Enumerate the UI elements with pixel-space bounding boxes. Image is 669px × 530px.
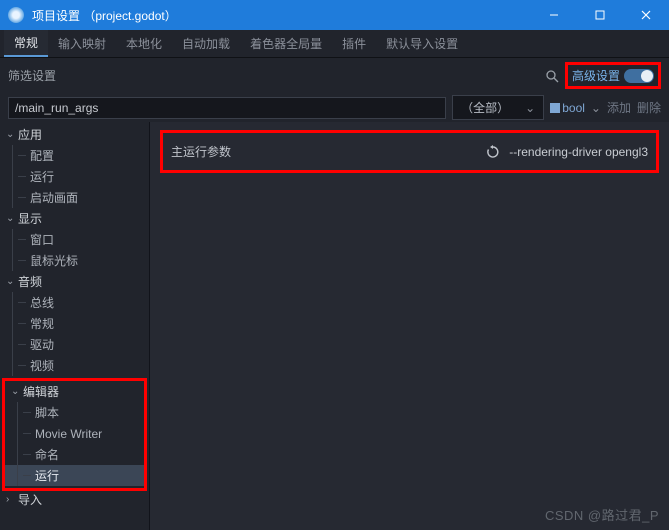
tab-general[interactable]: 常规: [4, 30, 48, 57]
tree-node-audio-general[interactable]: 常规: [0, 313, 149, 334]
chevron-down-icon: ⌄: [525, 101, 535, 115]
tree-node-app[interactable]: ⌄应用: [0, 124, 149, 145]
filter-label: 筛选设置: [8, 67, 56, 84]
path-row: （全部） ⌄ bool ⌄ 添加 删除: [0, 93, 669, 122]
tab-localization[interactable]: 本地化: [116, 30, 172, 57]
main-panel: 主运行参数 --rendering-driver opengl3 CSDN @路…: [150, 122, 669, 530]
tree-node-editor-run[interactable]: 运行: [5, 465, 144, 486]
maximize-button[interactable]: [577, 0, 623, 30]
type-label: bool: [562, 101, 585, 115]
tab-input-map[interactable]: 输入映射: [48, 30, 116, 57]
category-dropdown[interactable]: （全部） ⌄: [452, 95, 544, 120]
tree-node-display-cursor[interactable]: 鼠标光标: [0, 250, 149, 271]
reset-button[interactable]: [485, 144, 501, 160]
watermark: CSDN @路过君_P: [545, 505, 659, 524]
advanced-settings-highlight: 高级设置: [565, 62, 661, 89]
chevron-down-icon: ⌄: [6, 129, 16, 140]
tree-node-app-run[interactable]: 运行: [0, 166, 149, 187]
tab-plugins[interactable]: 插件: [332, 30, 376, 57]
content-body: ⌄应用 配置 运行 启动画面 ⌄显示 窗口 鼠标光标 ⌄音频 总线 常规 驱动 …: [0, 122, 669, 530]
advanced-settings-label: 高级设置: [572, 67, 620, 84]
property-highlight: 主运行参数 --rendering-driver opengl3: [160, 130, 659, 173]
chevron-down-icon: ⌄: [591, 101, 601, 115]
advanced-settings-toggle[interactable]: [624, 69, 654, 83]
close-button[interactable]: [623, 0, 669, 30]
chevron-down-icon: ⌄: [6, 276, 16, 287]
settings-tree: ⌄应用 配置 运行 启动画面 ⌄显示 窗口 鼠标光标 ⌄音频 总线 常规 驱动 …: [0, 122, 149, 510]
add-button[interactable]: 添加: [607, 99, 631, 116]
setting-path-input[interactable]: [8, 97, 446, 119]
tree-node-editor-movie[interactable]: Movie Writer: [5, 423, 144, 444]
tree-node-editor-script[interactable]: 脚本: [5, 402, 144, 423]
app-logo-icon: [8, 7, 24, 23]
tree-node-editor[interactable]: ⌄编辑器: [5, 381, 144, 402]
property-value[interactable]: --rendering-driver opengl3: [509, 145, 648, 159]
tree-node-editor-naming[interactable]: 命名: [5, 444, 144, 465]
tree-node-display-window[interactable]: 窗口: [0, 229, 149, 250]
editor-section-highlight: ⌄编辑器 脚本 Movie Writer 命名 运行: [2, 378, 147, 491]
tree-node-display[interactable]: ⌄显示: [0, 208, 149, 229]
property-name: 主运行参数: [171, 143, 231, 160]
tab-shader-globals[interactable]: 着色器全局量: [240, 30, 332, 57]
chevron-down-icon: ⌄: [11, 386, 21, 397]
window-title: 项目设置 （project.godot）: [32, 7, 531, 24]
delete-button[interactable]: 删除: [637, 99, 661, 116]
title-bar: 项目设置 （project.godot）: [0, 0, 669, 30]
tree-node-audio-driver[interactable]: 驱动: [0, 334, 149, 355]
bool-icon: [550, 103, 560, 113]
tree-node-audio-video[interactable]: 视频: [0, 355, 149, 376]
sidebar: ⌄应用 配置 运行 启动画面 ⌄显示 窗口 鼠标光标 ⌄音频 总线 常规 驱动 …: [0, 122, 150, 530]
tree-node-import[interactable]: ›导入: [0, 489, 149, 510]
tree-node-app-boot[interactable]: 启动画面: [0, 187, 149, 208]
tree-node-app-config[interactable]: 配置: [0, 145, 149, 166]
tab-autoload[interactable]: 自动加载: [172, 30, 240, 57]
search-icon[interactable]: [545, 69, 559, 83]
tab-bar: 常规 输入映射 本地化 自动加载 着色器全局量 插件 默认导入设置: [0, 30, 669, 58]
tree-node-audio-bus[interactable]: 总线: [0, 292, 149, 313]
filter-row: 筛选设置 高级设置: [0, 58, 669, 93]
type-pill[interactable]: bool ⌄: [550, 101, 601, 115]
reset-icon: [486, 145, 500, 159]
category-dropdown-label: （全部）: [461, 99, 509, 116]
tree-node-audio[interactable]: ⌄音频: [0, 271, 149, 292]
minimize-button[interactable]: [531, 0, 577, 30]
chevron-right-icon: ›: [6, 494, 16, 505]
chevron-down-icon: ⌄: [6, 213, 16, 224]
tab-default-import[interactable]: 默认导入设置: [376, 30, 468, 57]
